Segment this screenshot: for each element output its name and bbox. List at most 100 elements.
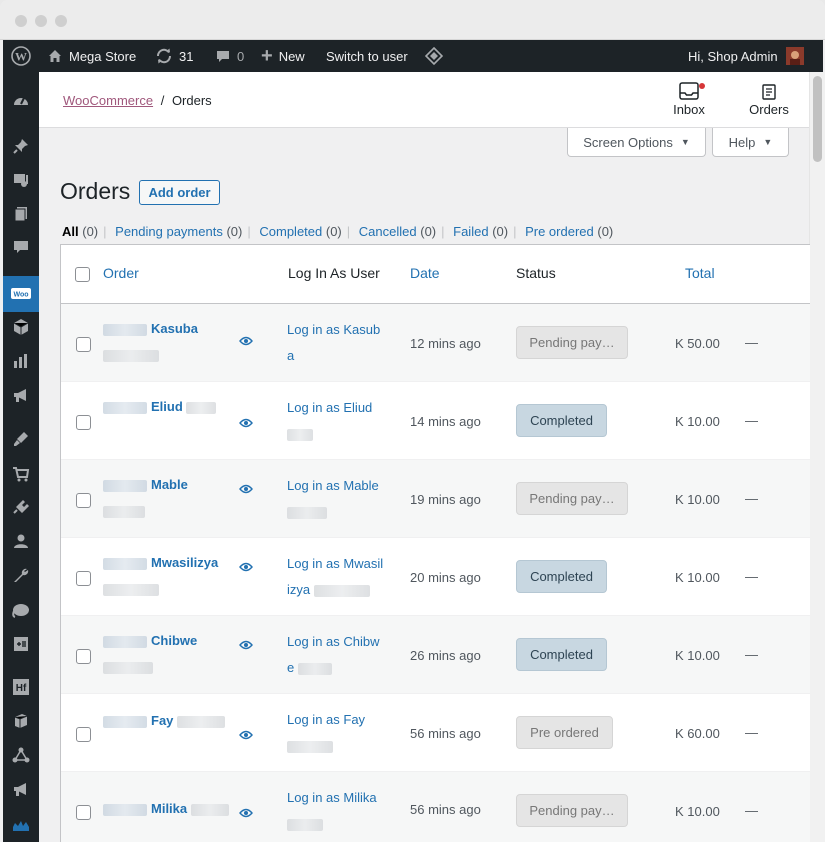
tools-icon[interactable] xyxy=(3,558,39,592)
preview-eye-icon[interactable] xyxy=(239,727,253,745)
analytics-icon[interactable] xyxy=(3,344,39,378)
breadcrumb-woocommerce-link[interactable]: WooCommerce xyxy=(63,93,153,108)
row-checkbox[interactable] xyxy=(76,727,91,742)
products-icon[interactable] xyxy=(3,310,39,344)
login-as-text: Log in as Fay xyxy=(287,712,366,727)
row-checkbox[interactable] xyxy=(76,415,91,430)
column-date[interactable]: Date xyxy=(410,265,440,281)
comments-link[interactable]: 0 xyxy=(215,40,244,72)
filter-cancelled[interactable]: Cancelled xyxy=(359,224,417,239)
screen-options-button[interactable]: Screen Options ▼ xyxy=(567,128,706,157)
order-link[interactable]: Mwasilizya xyxy=(103,550,233,602)
filter-all[interactable]: All xyxy=(62,224,79,239)
login-as-user-link[interactable]: Log in as Mwasilizya xyxy=(287,551,385,603)
site-name-link[interactable]: Mega Store xyxy=(47,40,136,72)
order-link[interactable]: Mable xyxy=(103,472,233,524)
redacted-text xyxy=(313,584,370,597)
order-link[interactable]: Kasuba xyxy=(103,316,233,368)
scrollbar-thumb[interactable] xyxy=(813,76,822,162)
table-row: Mable Log in as Mable 19 mins ago Pendin… xyxy=(61,460,810,538)
collapse-icon[interactable] xyxy=(3,808,39,842)
filter-pending-payments[interactable]: Pending payments xyxy=(115,224,223,239)
order-link[interactable]: Chibwe xyxy=(103,628,233,680)
media-icon[interactable] xyxy=(3,163,39,197)
login-as-user-link[interactable]: Log in as Fay xyxy=(287,707,385,759)
column-order[interactable]: Order xyxy=(103,265,139,281)
row-checkbox[interactable] xyxy=(76,649,91,664)
table-row: Chibwe Log in as Chibwe 26 mins ago Comp… xyxy=(61,616,810,694)
orders-header-label: Orders xyxy=(749,102,789,117)
filter-separator: | xyxy=(247,224,251,239)
hf-icon[interactable]: Hf xyxy=(3,670,39,704)
scrollbar[interactable] xyxy=(809,72,825,842)
preview-eye-icon[interactable] xyxy=(239,415,253,433)
preview-eye-icon[interactable] xyxy=(239,559,253,577)
breadcrumb-separator: / xyxy=(160,93,165,108)
switch-to-user-link[interactable]: Switch to user xyxy=(326,40,408,72)
order-customer-name: Mable xyxy=(151,477,188,492)
filter-completed[interactable]: Completed xyxy=(259,224,322,239)
login-as-user-link[interactable]: Log in as Chibwe xyxy=(287,629,385,681)
row-checkbox[interactable] xyxy=(76,805,91,820)
login-as-user-link[interactable]: Log in as Mable xyxy=(287,473,385,525)
order-link[interactable]: Milika xyxy=(103,796,233,822)
appearance-icon[interactable] xyxy=(3,422,39,456)
cart-icon[interactable] xyxy=(3,457,39,491)
box-icon[interactable] xyxy=(3,704,39,738)
preview-eye-icon[interactable] xyxy=(239,481,253,499)
filter-failed[interactable]: Failed xyxy=(453,224,488,239)
redacted-text xyxy=(103,479,147,492)
status-badge: Pre ordered xyxy=(516,716,613,749)
network-icon[interactable] xyxy=(3,738,39,772)
order-total: K 10.00 xyxy=(675,414,720,429)
inbox-button[interactable]: Inbox xyxy=(659,82,719,117)
order-link[interactable]: Eliud xyxy=(103,394,233,420)
add-order-button[interactable]: Add order xyxy=(139,180,220,205)
dashboard-icon[interactable] xyxy=(3,84,39,118)
account-menu[interactable]: Hi, Shop Admin xyxy=(688,40,804,72)
admin-sidebar: Woo Hf xyxy=(3,72,39,842)
caret-down-icon: ▼ xyxy=(763,137,773,147)
status-badge: Completed xyxy=(516,560,607,593)
plugins-icon[interactable] xyxy=(3,490,39,524)
order-date: 56 mins ago xyxy=(410,802,481,817)
preview-eye-icon[interactable] xyxy=(239,333,253,351)
order-date: 14 mins ago xyxy=(410,414,481,429)
updates-count: 31 xyxy=(179,48,194,64)
login-as-user-link[interactable]: Log in as Kasuba xyxy=(287,317,385,369)
login-as-text: Log in as Mable xyxy=(287,478,379,493)
login-as-user-link[interactable]: Log in as Milika xyxy=(287,785,385,837)
close-window-dot[interactable] xyxy=(15,15,27,27)
column-total[interactable]: Total xyxy=(685,265,715,281)
pages-icon[interactable] xyxy=(3,197,39,231)
minimize-window-dot[interactable] xyxy=(35,15,47,27)
diamond-icon[interactable] xyxy=(425,40,443,72)
users-icon[interactable] xyxy=(3,524,39,558)
preview-eye-icon[interactable] xyxy=(239,637,253,655)
pin-icon[interactable] xyxy=(3,129,39,163)
filter-pre-ordered[interactable]: Pre ordered xyxy=(525,224,594,239)
megaphone-icon[interactable] xyxy=(3,772,39,806)
order-total: K 10.00 xyxy=(675,648,720,663)
new-content-link[interactable]: + New xyxy=(261,40,305,72)
elephant-icon[interactable] xyxy=(3,593,39,627)
maximize-window-dot[interactable] xyxy=(55,15,67,27)
svg-text:Woo: Woo xyxy=(13,292,28,299)
login-as-user-link[interactable]: Log in as Eliud xyxy=(287,395,385,447)
orders-header-button[interactable]: Orders xyxy=(739,84,799,117)
filter-separator: | xyxy=(346,224,351,239)
settings-icon[interactable] xyxy=(3,627,39,661)
row-checkbox[interactable] xyxy=(76,337,91,352)
help-button[interactable]: Help ▼ xyxy=(712,128,789,157)
select-all-checkbox[interactable] xyxy=(75,267,90,282)
row-checkbox[interactable] xyxy=(76,493,91,508)
wordpress-logo-icon[interactable]: W xyxy=(11,40,31,72)
woocommerce-icon[interactable]: Woo xyxy=(3,276,39,312)
order-link[interactable]: Fay xyxy=(103,708,233,734)
preview-eye-icon[interactable] xyxy=(239,805,253,823)
comments-icon[interactable] xyxy=(3,230,39,264)
redacted-text xyxy=(103,583,159,596)
row-checkbox[interactable] xyxy=(76,571,91,586)
updates-link[interactable]: 31 xyxy=(155,40,193,72)
marketing-icon[interactable] xyxy=(3,378,39,412)
